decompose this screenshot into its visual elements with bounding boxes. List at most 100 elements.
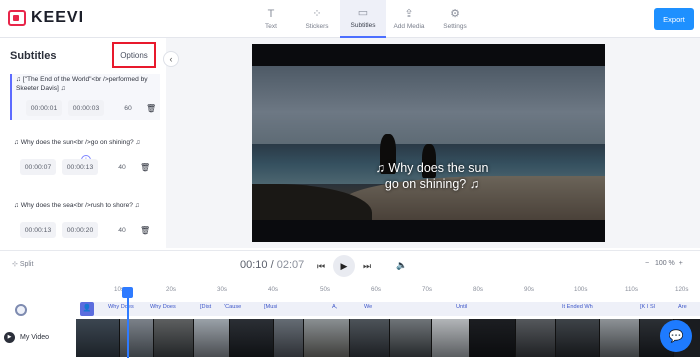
subtitle-caption: ♫ Why does the sun go on shining? ♫ (352, 160, 512, 192)
end-time-field[interactable]: 00:00:03 (68, 100, 104, 116)
skip-forward-icon[interactable]: ⏭ (363, 261, 371, 272)
ruler-tick: 30s (217, 286, 227, 293)
panel-title: Subtitles (10, 50, 57, 62)
user-icon: 👤 (80, 302, 94, 316)
tab-stickers[interactable]: ⁘ Stickers (294, 0, 340, 38)
zoom-out-icon[interactable]: − (645, 260, 649, 267)
film-frame (274, 319, 304, 357)
film-frame (76, 319, 120, 357)
top-bar: KEEVI T Text ⁘ Stickers ▭ Subtitles ⇪ Ad… (0, 0, 700, 38)
play-icon: ▶ (340, 260, 348, 271)
zoom-level: 100 % (654, 260, 675, 267)
tab-add-media[interactable]: ⇪ Add Media (386, 0, 432, 38)
playback-controls: ⊹ Split 00:10 / 02:07 ⏮ ▶ ⏭ 🔈 − 100 % + (0, 250, 700, 282)
split-label: Split (19, 261, 34, 268)
timeline-ruler[interactable]: 10s 20s 30s 40s 50s 60s 70s 80s 90s 100s… (0, 282, 700, 300)
duration-field[interactable]: 40 (112, 227, 132, 234)
end-time-field[interactable]: 00:00:20 (62, 222, 98, 238)
film-frame (194, 319, 230, 357)
trash-icon[interactable]: 🗑 (140, 163, 150, 172)
film-frame (600, 319, 640, 357)
subtitle-text[interactable]: ♫ ["The End of the World"<br />performed… (12, 74, 160, 93)
subtitle-clip[interactable]: 'Cause (224, 304, 241, 310)
tab-label: Stickers (305, 23, 329, 30)
subtitle-track: Why Does Why Does [Dist 'Cause [Musi A, … (0, 300, 700, 318)
tab-text[interactable]: T Text (248, 0, 294, 38)
play-button[interactable]: ▶ (333, 255, 355, 277)
tab-label: Add Media (393, 23, 425, 30)
chat-icon[interactable]: 💬 (660, 320, 692, 352)
logo-text: KEEVI (31, 9, 85, 26)
ruler-tick: 90s (524, 286, 534, 293)
tab-subtitles[interactable]: ▭ Subtitles (340, 0, 386, 38)
ruler-tick: 70s (422, 286, 432, 293)
subtitle-item[interactable]: ♫ Why does the sea<br />rush to shore? ♫… (10, 201, 160, 241)
subtitles-icon: ▭ (357, 7, 369, 19)
keevi-logo[interactable]: KEEVI (8, 9, 84, 27)
tab-settings[interactable]: ⚙ Settings (432, 0, 478, 38)
text-icon: T (267, 8, 275, 20)
subtitle-clip[interactable]: Why Does (108, 304, 134, 310)
ruler-tick: 100s (574, 286, 588, 293)
subtitle-clip[interactable]: A, (332, 304, 337, 310)
start-time-field[interactable]: 00:00:01 (26, 100, 62, 116)
zoom-control[interactable]: − 100 % + (645, 260, 683, 267)
subtitle-clip[interactable]: [K I Sl (640, 304, 655, 310)
stickers-icon: ⁘ (312, 8, 322, 20)
film-frame (230, 319, 274, 357)
timecode: 00:10 / 02:07 (240, 259, 304, 271)
ruler-tick: 40s (268, 286, 278, 293)
chevron-left-icon[interactable]: ‹ (163, 51, 179, 67)
film-frame (304, 319, 350, 357)
export-button[interactable]: Export (654, 8, 694, 30)
gear-icon: ⚙ (450, 8, 460, 20)
film-frame (470, 319, 516, 357)
skip-back-icon[interactable]: ⏮ (317, 261, 325, 272)
caption-line: go on shining? ♫ (384, 177, 480, 191)
subtitle-clip[interactable]: [Musi (264, 304, 277, 310)
film-frame (390, 319, 432, 357)
subtitle-clip[interactable]: We (364, 304, 372, 310)
subtitle-clip[interactable]: It Ended Wh (562, 304, 593, 310)
subtitle-text[interactable]: ♫ Why does the sun<br />go on shining? ♫ (10, 138, 160, 147)
subtitle-item[interactable]: ♫ ["The End of the World"<br />performed… (10, 74, 160, 120)
film-frame (556, 319, 600, 357)
subtitle-clip[interactable]: [Dist (200, 304, 211, 310)
options-button[interactable]: Options (112, 42, 156, 68)
video-track: ▶ My Video (0, 318, 700, 358)
tab-label: Settings (443, 23, 467, 30)
subtitle-text[interactable]: ♫ Why does the sea<br />rush to shore? ♫ (10, 201, 160, 210)
subtitles-panel: Subtitles Options ♫ ["The End of the Wor… (0, 38, 166, 248)
ruler-tick: 60s (371, 286, 381, 293)
trash-icon[interactable]: 🗑 (146, 104, 156, 113)
current-time: 00:10 (240, 259, 268, 271)
end-time-field[interactable]: 00:00:13 (62, 159, 98, 175)
video-preview[interactable]: ♫ Why does the sun go on shining? ♫ (252, 44, 605, 242)
editor-tabs: T Text ⁘ Stickers ▭ Subtitles ⇪ Add Medi… (248, 0, 478, 38)
playhead[interactable] (127, 289, 129, 358)
ruler-tick: 120s (675, 286, 689, 293)
start-time-field[interactable]: 00:00:07 (20, 159, 56, 175)
duration-field[interactable]: 60 (118, 105, 138, 112)
subtitle-clips-strip[interactable]: Why Does Why Does [Dist 'Cause [Musi A, … (92, 302, 700, 316)
subtitle-clip[interactable]: Why Does (150, 304, 176, 310)
video-filmstrip[interactable] (76, 319, 700, 357)
ruler-tick: 20s (166, 286, 176, 293)
film-frame (516, 319, 556, 357)
subtitle-clip[interactable]: Are (678, 304, 687, 310)
duration-field[interactable]: 40 (112, 164, 132, 171)
trash-icon[interactable]: 🗑 (140, 226, 150, 235)
split-button[interactable]: ⊹ Split (12, 260, 33, 268)
volume-icon[interactable]: 🔈 (396, 260, 407, 271)
subtitle-clip[interactable]: Until (456, 304, 467, 310)
start-time-field[interactable]: 00:00:13 (20, 222, 56, 238)
subtitle-track-icon (15, 304, 27, 316)
film-frame (154, 319, 194, 357)
play-icon[interactable]: ▶ (4, 332, 15, 343)
tab-label: Subtitles (350, 22, 376, 29)
zoom-in-icon[interactable]: + (679, 260, 683, 267)
total-duration: 02:07 (276, 259, 305, 271)
ruler-tick: 110s (625, 286, 638, 293)
subtitle-item[interactable]: ♫ Why does the sun<br />go on shining? ♫… (10, 138, 160, 178)
logo-icon (8, 10, 26, 26)
